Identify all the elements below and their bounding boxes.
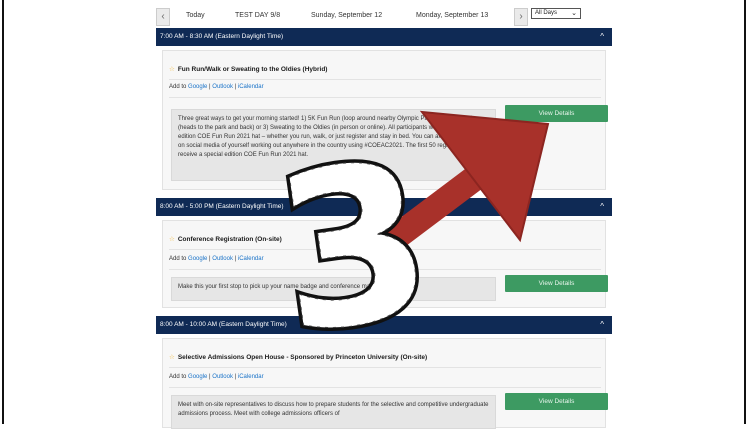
tab-monday[interactable]: Monday, September 13	[416, 12, 488, 19]
chevron-down-icon: ⌄	[571, 10, 577, 17]
left-border	[2, 0, 4, 424]
divider	[169, 269, 601, 270]
event-title[interactable]: ☆ Conference Registration (On-site)	[169, 235, 282, 243]
tab-today[interactable]: Today	[186, 12, 205, 19]
right-border	[744, 0, 746, 424]
outlook-link[interactable]: Outlook	[212, 374, 233, 380]
divider	[169, 79, 601, 80]
event-description: Three great ways to get your morning sta…	[171, 109, 496, 181]
chevron-right-icon[interactable]: ›	[514, 8, 528, 26]
time-header-3[interactable]: 8:00 AM - 10:00 AM (Eastern Daylight Tim…	[156, 316, 612, 334]
schedule-page: ‹ Today TEST DAY 9/8 Sunday, September 1…	[156, 0, 612, 429]
view-details-button[interactable]: View Details	[505, 393, 608, 410]
add-to-calendar: Add to Google | Outlook | iCalendar	[169, 84, 264, 90]
star-icon[interactable]: ☆	[169, 66, 175, 73]
days-filter-value: All Days	[535, 10, 558, 16]
icalendar-link[interactable]: iCalendar	[238, 374, 264, 380]
time-label: 7:00 AM - 8:30 AM (Eastern Daylight Time…	[160, 33, 284, 40]
divider	[169, 387, 601, 388]
chevron-up-icon[interactable]: ^	[600, 316, 604, 334]
star-icon[interactable]: ☆	[169, 354, 175, 361]
divider	[169, 367, 601, 368]
time-header-1[interactable]: 7:00 AM - 8:30 AM (Eastern Daylight Time…	[156, 28, 612, 46]
view-details-button[interactable]: View Details	[505, 275, 608, 292]
tab-test-day[interactable]: TEST DAY 9/8	[235, 12, 280, 19]
icalendar-link[interactable]: iCalendar	[238, 84, 264, 90]
chevron-up-icon[interactable]: ^	[600, 198, 604, 216]
icalendar-link[interactable]: iCalendar	[238, 256, 264, 262]
divider	[169, 249, 601, 250]
event-title[interactable]: ☆ Fun Run/Walk or Sweating to the Oldies …	[169, 65, 327, 73]
outlook-link[interactable]: Outlook	[212, 84, 233, 90]
days-filter-select[interactable]: All Days ⌄	[531, 8, 581, 19]
star-icon[interactable]: ☆	[169, 236, 175, 243]
chevron-up-icon[interactable]: ^	[600, 28, 604, 46]
add-to-calendar: Add to Google | Outlook | iCalendar	[169, 256, 264, 262]
divider	[169, 97, 601, 98]
google-link[interactable]: Google	[188, 374, 207, 380]
outlook-link[interactable]: Outlook	[212, 256, 233, 262]
event-card-fun-run: ☆ Fun Run/Walk or Sweating to the Oldies …	[162, 50, 608, 190]
event-description: Make this your first stop to pick up you…	[171, 277, 496, 301]
chevron-left-icon[interactable]: ‹	[156, 8, 170, 26]
time-label: 8:00 AM - 5:00 PM (Eastern Daylight Time…	[160, 203, 284, 210]
time-header-2[interactable]: 8:00 AM - 5:00 PM (Eastern Daylight Time…	[156, 198, 612, 216]
event-card-registration: ☆ Conference Registration (On-site) Add t…	[162, 220, 608, 308]
google-link[interactable]: Google	[188, 256, 207, 262]
event-title[interactable]: ☆ Selective Admissions Open House - Spons…	[169, 353, 427, 361]
date-navigation: ‹ Today TEST DAY 9/8 Sunday, September 1…	[156, 8, 612, 26]
time-label: 8:00 AM - 10:00 AM (Eastern Daylight Tim…	[160, 321, 287, 328]
event-card-selective-admissions: ☆ Selective Admissions Open House - Spons…	[162, 338, 608, 429]
tab-sunday[interactable]: Sunday, September 12	[311, 12, 382, 19]
view-details-button[interactable]: View Details	[505, 105, 608, 122]
add-to-calendar: Add to Google | Outlook | iCalendar	[169, 374, 264, 380]
google-link[interactable]: Google	[188, 84, 207, 90]
